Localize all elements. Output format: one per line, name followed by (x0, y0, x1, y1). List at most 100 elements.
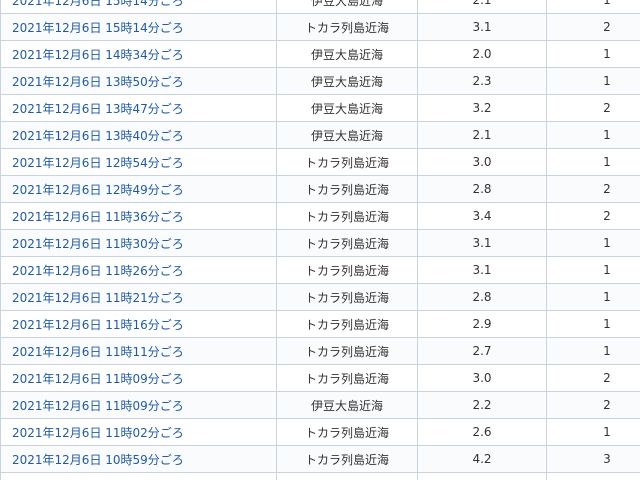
location-cell: 伊豆大島近海 (276, 121, 418, 149)
time-cell: 2021年12月6日 11時09分ごろ (0, 364, 277, 392)
intensity-cell: 1 (546, 67, 640, 95)
earthquake-table: 2021年12月6日 15時14分ごろ 伊豆大島近海 2.1 1 2021年12月6日 … (0, 0, 640, 480)
earthquake-detail-link[interactable]: 2021年12月6日 13時47分ごろ (12, 102, 184, 116)
magnitude-cell: 3.0 (417, 148, 547, 176)
earthquake-detail-link[interactable]: 2021年12月6日 11時36分ごろ (12, 210, 184, 224)
location-cell: トカラ列島近海 (276, 472, 418, 480)
intensity-cell: 2 (546, 391, 640, 419)
table-row[interactable]: 2021年12月6日 10時55分ごろトカラ列島近海3.22 (0, 472, 640, 480)
intensity-cell: 2 (546, 202, 640, 230)
earthquake-detail-link[interactable]: 2021年12月6日 12時49分ごろ (12, 183, 184, 197)
location-cell: トカラ列島近海 (276, 256, 418, 284)
magnitude-cell: 2.8 (417, 283, 547, 311)
magnitude-cell: 2.8 (417, 175, 547, 203)
time-cell: 2021年12月6日 13時50分ごろ (0, 67, 277, 95)
time-cell: 2021年12月6日 14時34分ごろ (0, 40, 277, 68)
magnitude-cell: 2.9 (417, 310, 547, 338)
intensity-cell: 1 (546, 418, 640, 446)
intensity-cell: 1 (546, 121, 640, 149)
location-cell: トカラ列島近海 (276, 202, 418, 230)
location-cell: トカラ列島近海 (276, 418, 418, 446)
magnitude-cell: 2.0 (417, 40, 547, 68)
time-cell: 2021年12月6日 11時09分ごろ (0, 391, 277, 419)
location-cell: トカラ列島近海 (276, 310, 418, 338)
table-row[interactable]: 2021年12月6日 12時49分ごろ トカラ列島近海 2.8 2 (0, 175, 640, 203)
earthquake-detail-link[interactable]: 2021年12月6日 14時34分ごろ (12, 48, 184, 62)
table-row[interactable]: 2021年12月6日 14時34分ごろ 伊豆大島近海 2.0 1 (0, 40, 640, 68)
table-row[interactable]: 2021年12月6日 10時59分ごろ トカラ列島近海 4.2 3 (0, 445, 640, 473)
earthquake-detail-link[interactable]: 2021年12月6日 11時26分ごろ (12, 264, 184, 278)
table-row[interactable]: 2021年12月6日 11時02分ごろ トカラ列島近海 2.6 1 (0, 418, 640, 446)
table-row[interactable]: 2021年12月6日 15時14分ごろ 伊豆大島近海 2.1 1 (0, 0, 640, 14)
magnitude-cell: 3.1 (417, 229, 547, 257)
time-cell: 2021年12月6日 12時54分ごろ (0, 148, 277, 176)
intensity-cell: 1 (546, 0, 640, 14)
table-row[interactable]: 2021年12月6日 11時11分ごろ トカラ列島近海 2.7 1 (0, 337, 640, 365)
time-cell: 2021年12月6日 15時14分ごろ (0, 0, 277, 14)
earthquake-detail-link[interactable]: 2021年12月6日 11時02分ごろ (12, 426, 184, 440)
earthquake-detail-link[interactable]: 2021年12月6日 13時40分ごろ (12, 129, 184, 143)
intensity-cell: 2 (546, 94, 640, 122)
location-cell: トカラ列島近海 (276, 337, 418, 365)
table-row[interactable]: 2021年12月6日 13時50分ごろ 伊豆大島近海 2.3 1 (0, 67, 640, 95)
earthquake-detail-link[interactable]: 2021年12月6日 13時50分ごろ (12, 75, 184, 89)
table-row[interactable]: 2021年12月6日 13時40分ごろ 伊豆大島近海 2.1 1 (0, 121, 640, 149)
table-row[interactable]: 2021年12月6日 11時26分ごろ トカラ列島近海 3.1 1 (0, 256, 640, 284)
earthquake-detail-link[interactable]: 2021年12月6日 15時14分ごろ (12, 21, 184, 35)
table-row[interactable]: 2021年12月6日 11時09分ごろ トカラ列島近海 3.0 2 (0, 364, 640, 392)
location-cell: トカラ列島近海 (276, 175, 418, 203)
table-row[interactable]: 2021年12月6日 15時14分ごろ トカラ列島近海 3.1 2 (0, 13, 640, 41)
intensity-cell: 1 (546, 40, 640, 68)
time-cell: 2021年12月6日 11時21分ごろ (0, 283, 277, 311)
intensity-cell: 1 (546, 337, 640, 365)
location-cell: トカラ列島近海 (276, 283, 418, 311)
time-cell: 2021年12月6日 11時26分ごろ (0, 256, 277, 284)
earthquake-detail-link[interactable]: 2021年12月6日 11時09分ごろ (12, 372, 184, 386)
earthquake-detail-link[interactable]: 2021年12月6日 11時11分ごろ (12, 345, 184, 359)
location-cell: 伊豆大島近海 (276, 40, 418, 68)
intensity-cell: 2 (546, 364, 640, 392)
magnitude-cell: 2.2 (417, 391, 547, 419)
table-row[interactable]: 2021年12月6日 12時54分ごろ トカラ列島近海 3.0 1 (0, 148, 640, 176)
table-row[interactable]: 2021年12月6日 13時47分ごろ 伊豆大島近海 3.2 2 (0, 94, 640, 122)
intensity-cell: 1 (546, 283, 640, 311)
time-cell: 2021年12月6日 13時40分ごろ (0, 121, 277, 149)
location-cell: トカラ列島近海 (276, 445, 418, 473)
time-cell: 2021年12月6日 10時55分ごろ (0, 472, 277, 480)
intensity-cell: 1 (546, 148, 640, 176)
page-viewport: 2021年12月6日 15時14分ごろ 伊豆大島近海 2.1 1 2021年12月6日 … (0, 0, 640, 480)
earthquake-detail-link[interactable]: 2021年12月6日 10時59分ごろ (12, 453, 184, 467)
magnitude-cell: 2.1 (417, 0, 547, 14)
magnitude-cell: 3.0 (417, 364, 547, 392)
table-row[interactable]: 2021年12月6日 11時21分ごろ トカラ列島近海 2.8 1 (0, 283, 640, 311)
time-cell: 2021年12月6日 13時47分ごろ (0, 94, 277, 122)
earthquake-detail-link[interactable]: 2021年12月6日 15時14分ごろ (12, 0, 184, 8)
table-row[interactable]: 2021年12月6日 11時36分ごろ トカラ列島近海 3.4 2 (0, 202, 640, 230)
location-cell: トカラ列島近海 (276, 148, 418, 176)
table-row[interactable]: 2021年12月6日 11時16分ごろ トカラ列島近海 2.9 1 (0, 310, 640, 338)
time-cell: 2021年12月6日 11時30分ごろ (0, 229, 277, 257)
magnitude-cell: 4.2 (417, 445, 547, 473)
time-cell: 2021年12月6日 11時02分ごろ (0, 418, 277, 446)
earthquake-detail-link[interactable]: 2021年12月6日 11時21分ごろ (12, 291, 184, 305)
magnitude-cell: 3.2 (417, 472, 547, 480)
intensity-cell: 1 (546, 310, 640, 338)
intensity-cell: 2 (546, 13, 640, 41)
location-cell: 伊豆大島近海 (276, 391, 418, 419)
location-cell: トカラ列島近海 (276, 229, 418, 257)
intensity-cell: 3 (546, 445, 640, 473)
earthquake-table-body: 2021年12月6日 15時14分ごろ 伊豆大島近海 2.1 1 2021年12月6日 … (0, 0, 640, 480)
earthquake-detail-link[interactable]: 2021年12月6日 11時09分ごろ (12, 399, 184, 413)
intensity-cell: 1 (546, 229, 640, 257)
table-row[interactable]: 2021年12月6日 11時09分ごろ 伊豆大島近海 2.2 2 (0, 391, 640, 419)
time-cell: 2021年12月6日 11時11分ごろ (0, 337, 277, 365)
earthquake-detail-link[interactable]: 2021年12月6日 12時54分ごろ (12, 156, 184, 170)
location-cell: トカラ列島近海 (276, 364, 418, 392)
magnitude-cell: 2.6 (417, 418, 547, 446)
location-cell: 伊豆大島近海 (276, 67, 418, 95)
earthquake-detail-link[interactable]: 2021年12月6日 11時30分ごろ (12, 237, 184, 251)
magnitude-cell: 2.7 (417, 337, 547, 365)
table-row[interactable]: 2021年12月6日 11時30分ごろ トカラ列島近海 3.1 1 (0, 229, 640, 257)
earthquake-detail-link[interactable]: 2021年12月6日 11時16分ごろ (12, 318, 184, 332)
location-cell: トカラ列島近海 (276, 13, 418, 41)
